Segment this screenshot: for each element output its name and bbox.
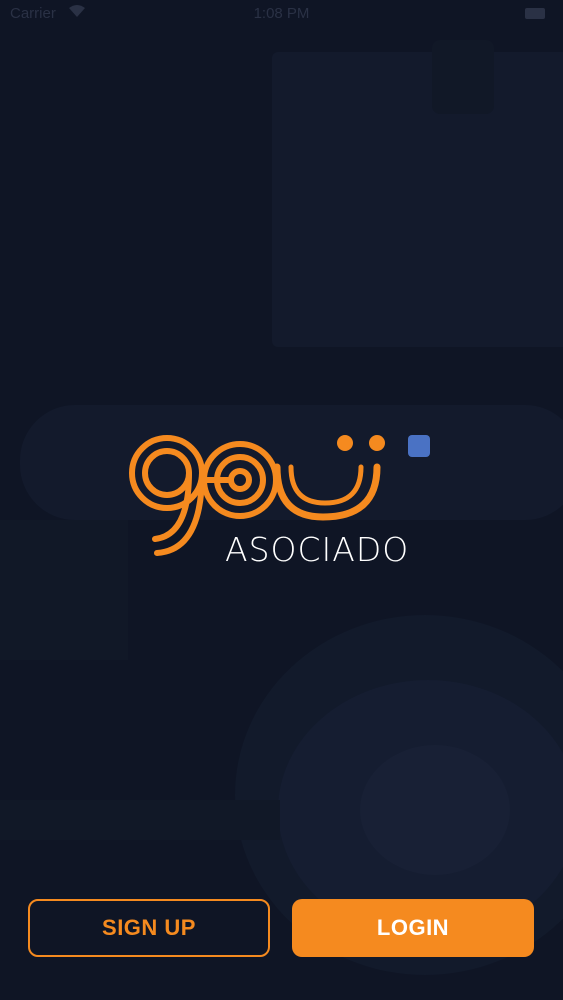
login-button[interactable]: LOGIN bbox=[292, 899, 534, 957]
status-time: 1:08 PM bbox=[253, 5, 310, 22]
signup-button[interactable]: SIGN UP bbox=[28, 899, 270, 957]
signup-button-label: SIGN UP bbox=[102, 915, 196, 940]
logo-subtitle: ASOCIADO bbox=[225, 530, 410, 569]
app-logo: ASOCIADO bbox=[125, 425, 445, 575]
login-button-label: LOGIN bbox=[376, 915, 450, 940]
battery-icon bbox=[525, 8, 545, 19]
status-bar: Carrier 1:08 PM bbox=[0, 0, 563, 30]
